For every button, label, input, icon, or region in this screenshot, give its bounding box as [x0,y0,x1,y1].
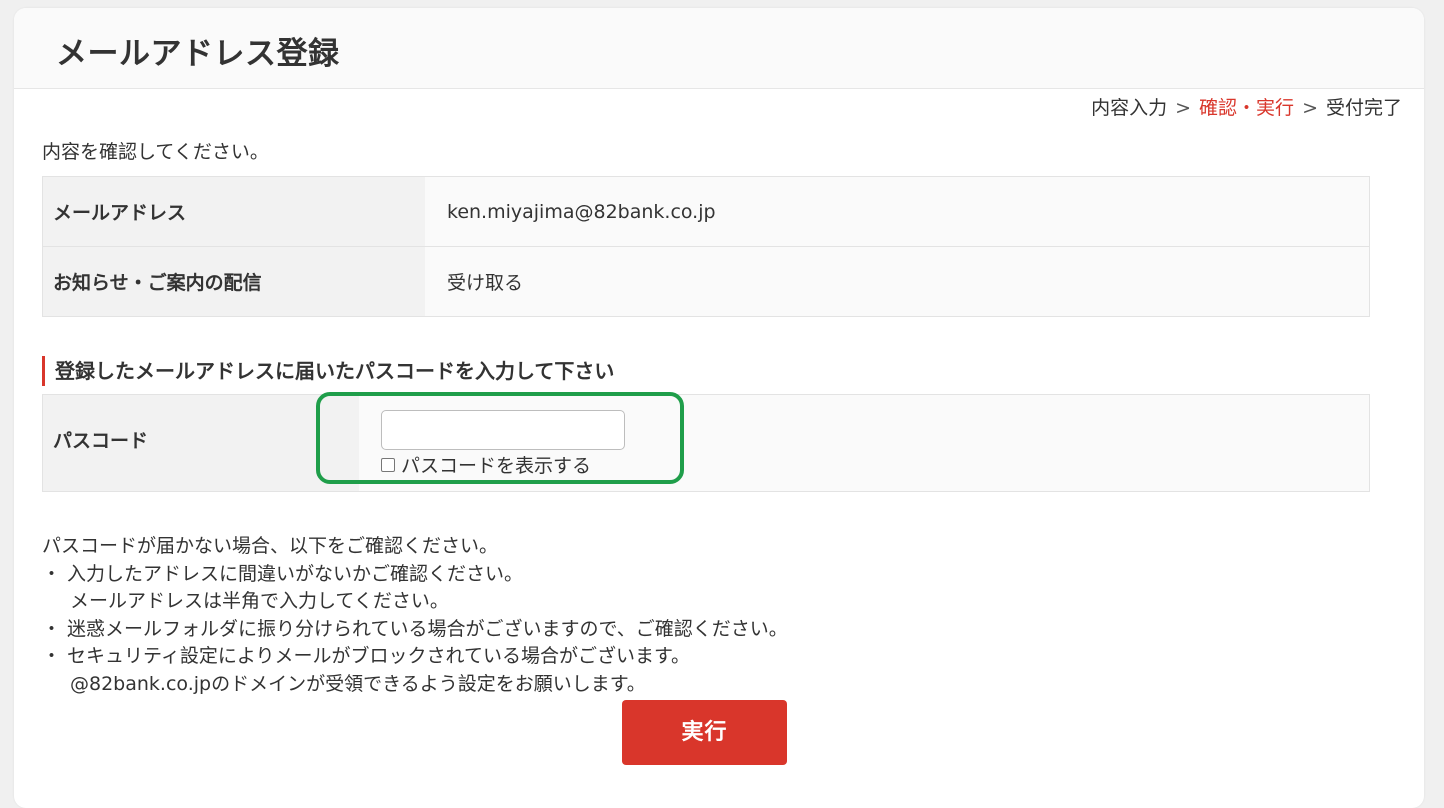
card-header: メールアドレス登録 [14,8,1424,89]
note-item-detail: メールアドレスは半角で入力してください。 [70,590,449,612]
step-separator: > [1175,97,1192,119]
table-row: お知らせ・ご案内の配信 受け取る [42,246,1370,317]
row-value-email: ken.miyajima@82bank.co.jp [425,176,1370,247]
row-label-notifications: お知らせ・ご案内の配信 [42,246,425,317]
passcode-section-heading: 登録したメールアドレスに届いたパスコードを入力して下さい [42,356,614,386]
note-item: ・ 迷惑メールフォルダに振り分けられている場合がございますので、ご確認ください。 [42,617,788,640]
progress-steps: 内容入力 > 確認・実行 > 受付完了 [1091,93,1402,120]
page-title: メールアドレス登録 [56,36,340,72]
instruction-text: 内容を確認してください。 [42,141,269,163]
notes-intro: パスコードが届かない場合、以下をご確認ください。 [42,535,499,557]
passcode-input[interactable] [381,410,625,450]
show-passcode-toggle[interactable]: パスコードを表示する [381,451,591,478]
row-label-email: メールアドレス [42,176,425,247]
step-input: 内容入力 [1091,97,1168,119]
show-passcode-checkbox[interactable] [381,457,395,472]
table-row: メールアドレス ken.miyajima@82bank.co.jp [42,176,1370,247]
passcode-help-notes: パスコードが届かない場合、以下をご確認ください。 ・ 入力したアドレスに間違いが… [42,533,788,698]
note-item-detail: @82bank.co.jpのドメインが受領できるよう設定をお願いします。 [70,672,646,695]
step-confirm-current: 確認・実行 [1199,97,1295,119]
execute-button[interactable]: 実行 [622,700,787,765]
passcode-row: パスコード パスコードを表示する [42,394,1370,492]
show-passcode-label: パスコードを表示する [401,455,592,477]
step-complete: 受付完了 [1325,97,1402,119]
confirm-table: メールアドレス ken.miyajima@82bank.co.jp お知らせ・ご… [42,176,1370,317]
note-item: ・ 入力したアドレスに間違いがないかご確認ください。 [42,562,524,585]
row-value-notifications: 受け取る [425,246,1370,317]
note-item: ・ セキュリティ設定によりメールがブロックされている場合がございます。 [42,645,691,667]
step-separator: > [1302,97,1318,119]
passcode-label: パスコード [43,395,359,491]
